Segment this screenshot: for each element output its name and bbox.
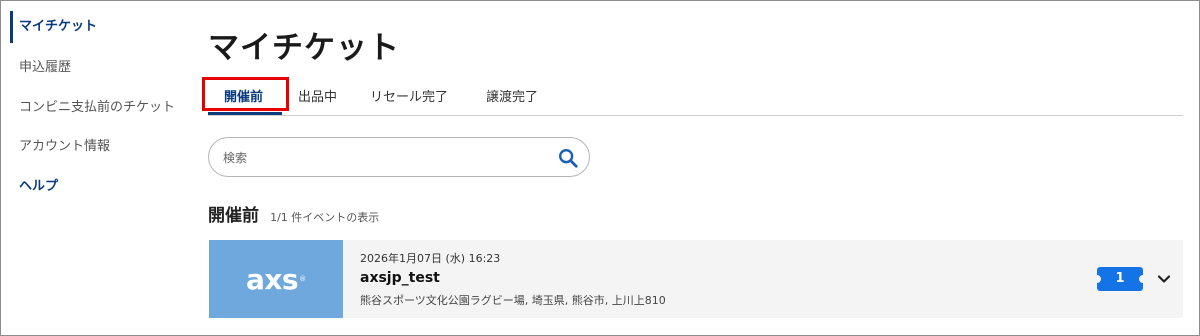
ticket-count: 1 xyxy=(1115,271,1125,286)
section-heading: 開催前 1/1 件イベントの表示 xyxy=(208,201,379,226)
tab-transfer-complete[interactable]: 譲渡完了 xyxy=(486,86,538,105)
event-card[interactable]: axs ® 2026年1月07日 (水) 16:23 axsjp_test 熊谷ス… xyxy=(209,240,1183,318)
sidebar-item-account-info[interactable]: アカウント情報 xyxy=(19,135,110,154)
axs-logo-text: axs xyxy=(245,262,299,296)
sidebar-item-my-tickets[interactable]: マイチケット xyxy=(19,15,97,34)
sidebar-item-help[interactable]: ヘルプ xyxy=(19,175,58,194)
chevron-down-icon[interactable] xyxy=(1156,271,1172,287)
tab-bar: 開催前 出品中 リセール完了 譲渡完了 xyxy=(202,77,1183,116)
tab-active-underline xyxy=(208,112,282,115)
annotation-highlight-box xyxy=(202,77,289,111)
event-venue: 熊谷スポーツ文化公園ラグビー場, 埼玉県, 熊谷市, 上川上810 xyxy=(360,294,666,307)
event-logo: axs ® xyxy=(209,240,343,318)
ticket-count-badge: 1 xyxy=(1097,267,1143,291)
active-indicator xyxy=(10,11,13,43)
page-title: マイチケット xyxy=(208,30,400,66)
section-count: 1/1 件イベントの表示 xyxy=(270,211,380,224)
registered-mark: ® xyxy=(299,275,307,283)
sidebar-item-application-history[interactable]: 申込履歴 xyxy=(19,56,71,75)
tab-listed[interactable]: 出品中 xyxy=(298,86,337,105)
sidebar-item-unpaid-convenience[interactable]: コンビニ支払前のチケット xyxy=(19,96,175,115)
tab-resale-complete[interactable]: リセール完了 xyxy=(370,86,448,105)
section-title: 開催前 xyxy=(208,206,259,226)
search-box xyxy=(208,137,590,177)
event-datetime: 2026年1月07日 (水) 16:23 xyxy=(360,252,501,265)
search-input[interactable] xyxy=(223,148,543,168)
event-name: axsjp_test xyxy=(360,270,440,286)
sidebar: マイチケット 申込履歴 コンビニ支払前のチケット アカウント情報 ヘルプ xyxy=(1,1,191,335)
search-icon[interactable] xyxy=(557,147,579,169)
